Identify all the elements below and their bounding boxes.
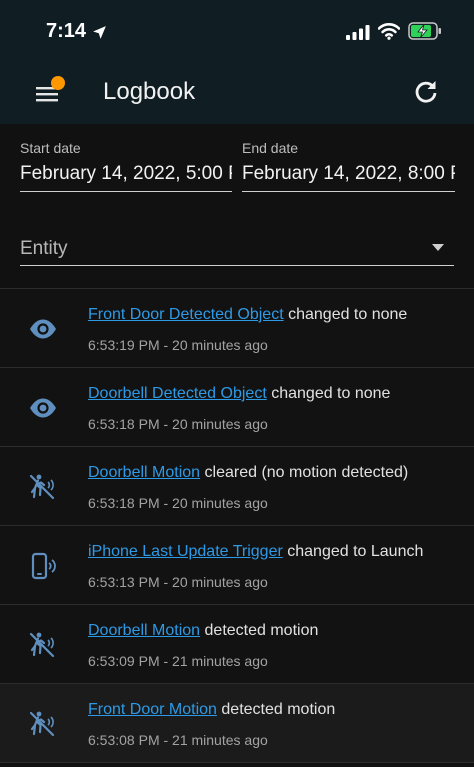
status-bar: 7:14 [0, 0, 474, 62]
log-entry-state: cleared (no motion detected) [204, 464, 409, 481]
start-date-label: Start date [20, 140, 81, 156]
page-title: Logbook [103, 78, 196, 105]
end-date-underline [242, 191, 455, 192]
notification-badge [51, 76, 65, 90]
log-entry-message: iPhone Last Update Trigger changed to La… [88, 543, 423, 561]
cellular-signal-icon [346, 25, 370, 40]
entity-link[interactable]: Front Door Detected Object [88, 306, 284, 323]
eye-icon [28, 314, 58, 344]
log-entry-message: Front Door Detected Object changed to no… [88, 306, 407, 324]
log-entry-time: 6:53:09 PM - 21 minutes ago [88, 653, 268, 669]
start-date-underline [20, 191, 232, 192]
log-entry: Front Door Motion detected motion 6:53:08… [0, 684, 474, 763]
log-entry-state: changed to none [271, 385, 391, 402]
log-entry: Doorbell Detected Object changed to none… [0, 368, 474, 447]
entity-link[interactable]: iPhone Last Update Trigger [88, 543, 283, 560]
log-entry-state: detected motion [204, 622, 319, 639]
menu-button[interactable] [30, 72, 72, 114]
log-entry-state: changed to Launch [287, 543, 424, 560]
log-entry: Doorbell Motion cleared (no motion detec… [0, 447, 474, 526]
log-entry-state: detected motion [221, 701, 336, 718]
log-entry: Front Door Detected Object changed to no… [0, 289, 474, 368]
entity-link[interactable]: Doorbell Motion [88, 622, 200, 639]
motion-sensor-off-icon [28, 472, 58, 502]
entity-underline [20, 265, 454, 266]
log-entry: Doorbell Motion detected motion 6:53:09 P… [0, 605, 474, 684]
entity-link[interactable]: Doorbell Detected Object [88, 385, 267, 402]
motion-sensor-off-icon [28, 709, 58, 739]
log-entry-state: changed to none [288, 306, 408, 323]
refresh-icon [415, 81, 437, 103]
start-date-field[interactable]: Start date February 14, 2022, 5:00 PM [20, 136, 232, 192]
log-entry-message: Doorbell Motion detected motion [88, 622, 318, 640]
entity-link[interactable]: Doorbell Motion [88, 464, 200, 481]
log-entry-time: 6:53:19 PM - 20 minutes ago [88, 337, 268, 353]
battery-charging-icon [408, 22, 441, 40]
entity-picker[interactable]: Entity [20, 226, 454, 266]
log-entry-time: 6:53:13 PM - 20 minutes ago [88, 574, 268, 590]
logbook-list: Front Door Detected Object changed to no… [0, 288, 474, 767]
eye-icon [28, 393, 58, 423]
status-time: 7:14 [46, 20, 87, 42]
log-entry-time: 6:53:18 PM - 20 minutes ago [88, 416, 268, 432]
log-entry: iPhone Last Update Trigger changed to La… [0, 526, 474, 605]
log-entry-message: Doorbell Motion cleared (no motion detec… [88, 464, 408, 482]
log-entry-time: 6:53:08 PM - 21 minutes ago [88, 732, 268, 748]
wifi-icon [378, 23, 400, 40]
log-entry-message: Front Door Motion detected motion [88, 701, 335, 719]
end-date-label: End date [242, 140, 299, 156]
cellphone-sound-icon [28, 551, 58, 581]
end-date-field[interactable]: End date February 14, 2022, 8:00 PM [242, 136, 455, 192]
log-entry-message: Doorbell Detected Object changed to none [88, 385, 390, 403]
end-date-value[interactable]: February 14, 2022, 8:00 PM [242, 163, 455, 185]
entity-placeholder: Entity [20, 238, 68, 259]
motion-sensor-off-icon [28, 630, 58, 660]
app-bar: Logbook [0, 62, 474, 124]
start-date-value[interactable]: February 14, 2022, 5:00 PM [20, 163, 232, 185]
location-arrow-icon [93, 26, 106, 39]
refresh-button[interactable] [406, 72, 446, 112]
entity-link[interactable]: Front Door Motion [88, 701, 217, 718]
dropdown-arrow-icon[interactable] [432, 244, 444, 252]
log-entry-time: 6:53:18 PM - 20 minutes ago [88, 495, 268, 511]
